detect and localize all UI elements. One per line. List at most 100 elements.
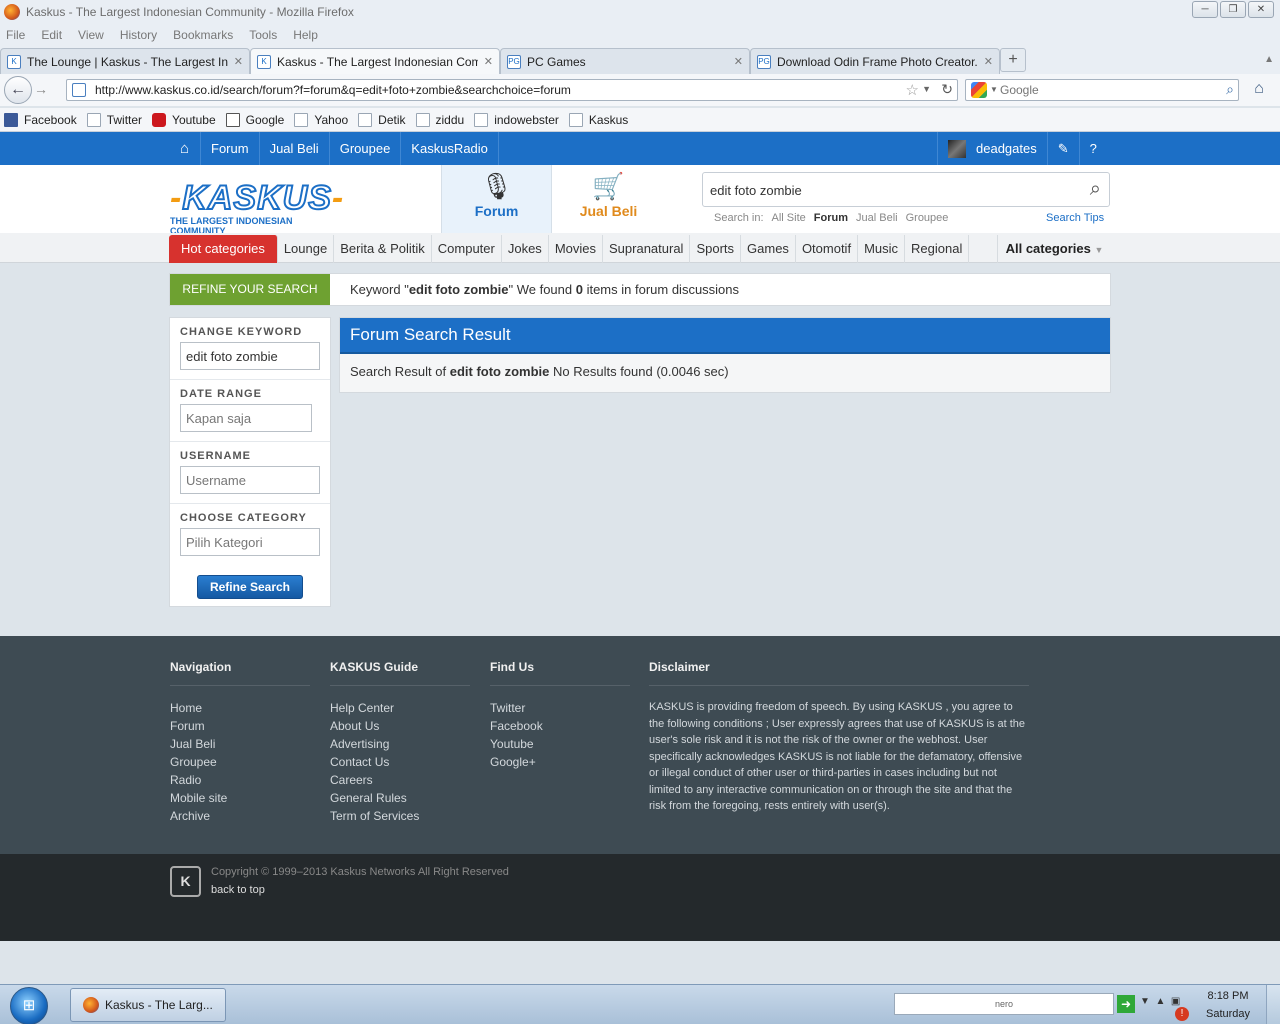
go-arrow-icon[interactable]: ➜ [1117,995,1135,1013]
close-tab-icon[interactable]: ✕ [984,55,993,68]
footer-link-forum[interactable]: Forum [170,717,310,735]
footer-link-groupee[interactable]: Groupee [170,753,310,771]
menu-tools[interactable]: Tools [249,28,277,42]
category-music[interactable]: Music [858,235,906,263]
site-identity-icon[interactable] [72,83,86,97]
refine-search-button[interactable]: Refine Search [197,575,303,599]
footer-link-twitter[interactable]: Twitter [490,699,630,717]
google-engine-icon[interactable] [971,82,987,98]
footer-link-terms[interactable]: Term of Services [330,807,470,825]
menu-bookmarks[interactable]: Bookmarks [173,28,233,42]
topnav-forum[interactable]: Forum [201,132,260,165]
category-otomotif[interactable]: Otomotif [796,235,859,263]
bookmark-youtube[interactable]: Youtube [152,112,216,127]
menu-view[interactable]: View [78,28,104,42]
browser-tab[interactable]: K The Lounge | Kaskus - The Largest In..… [0,48,250,74]
bookmark-twitter[interactable]: Twitter [86,112,142,127]
user-profile-link[interactable]: deadgates [937,132,1047,165]
bookmark-ziddu[interactable]: ziddu [415,112,464,127]
url-input[interactable] [95,82,875,98]
topnav-groupee[interactable]: Groupee [330,132,402,165]
footer-link-careers[interactable]: Careers [330,771,470,789]
taskbar-firefox-window[interactable]: Kaskus - The Larg... [70,988,226,1022]
menu-edit[interactable]: Edit [41,28,62,42]
nero-search-box[interactable]: nero [894,993,1114,1015]
tab-jual-beli[interactable]: 🛒 Jual Beli [553,165,664,233]
footer-link-radio[interactable]: Radio [170,771,310,789]
topnav-jual-beli[interactable]: Jual Beli [260,132,330,165]
browser-tab[interactable]: PG Download Odin Frame Photo Creator... … [750,48,1000,74]
category-sports[interactable]: Sports [690,235,742,263]
kaskus-logo[interactable]: -KASKUS- THE LARGEST INDONESIAN COMMUNIT… [170,180,350,236]
footer-link-about-us[interactable]: About Us [330,717,470,735]
menu-file[interactable]: File [6,28,25,42]
close-tab-icon[interactable]: ✕ [484,55,493,68]
browser-tab-active[interactable]: K Kaskus - The Largest Indonesian Comm..… [250,48,500,74]
search-icon[interactable]: ⌕ [1226,81,1234,98]
footer-link-jual-beli[interactable]: Jual Beli [170,735,310,753]
date-range-input[interactable] [180,404,312,432]
bookmark-facebook[interactable]: Facebook [4,112,77,127]
reload-icon[interactable]: ↻ [941,81,953,98]
tab-list-chevron-icon[interactable]: ▲ [1264,54,1274,65]
category-regional[interactable]: Regional [905,235,970,263]
footer-link-google-plus[interactable]: Google+ [490,753,630,771]
footer-link-mobile-site[interactable]: Mobile site [170,789,310,807]
tab-forum[interactable]: 🎙 Forum [441,165,552,233]
home-icon[interactable]: ⌂ [1246,80,1272,102]
menu-help[interactable]: Help [293,28,318,42]
minimize-button[interactable]: ─ [1192,1,1218,18]
footer-link-facebook[interactable]: Facebook [490,717,630,735]
bookmark-google[interactable]: Google [225,112,284,127]
username-input[interactable] [180,466,320,494]
category-computer[interactable]: Computer [432,235,502,263]
search-in-forum[interactable]: Forum [814,212,848,224]
search-tips-link[interactable]: Search Tips [1046,212,1104,224]
bookmark-indowebster[interactable]: indowebster [474,112,559,127]
system-clock[interactable]: 8:18 PM Saturday [1198,987,1258,1023]
bookmark-kaskus[interactable]: Kaskus [568,112,628,127]
browser-search-input[interactable] [1000,82,1200,98]
home-icon[interactable]: ⌂ [169,132,201,165]
category-berita-politik[interactable]: Berita & Politik [334,235,432,263]
hot-categories-button[interactable]: Hot categories [169,235,278,263]
site-search-input[interactable] [710,182,1050,198]
warning-icon[interactable]: ! [1175,1007,1189,1021]
keyword-input[interactable] [180,342,320,370]
category-supranatural[interactable]: Supranatural [603,235,691,263]
close-tab-icon[interactable]: ✕ [734,55,743,68]
topnav-kaskusradio[interactable]: KaskusRadio [401,132,499,165]
back-button[interactable]: ← [4,76,32,104]
tray-expand-icon[interactable]: ▼ ▲ ▣ [1140,996,1180,1007]
all-categories-dropdown[interactable]: All categories ▼ [997,235,1111,263]
category-games[interactable]: Games [741,235,796,263]
footer-link-home[interactable]: Home [170,699,310,717]
bookmark-star-icon[interactable]: ☆ [906,81,919,99]
new-tab-button[interactable]: + [1000,48,1026,72]
close-window-button[interactable]: ✕ [1248,1,1274,18]
footer-link-general-rules[interactable]: General Rules [330,789,470,807]
windows-start-icon[interactable]: ⊞ [10,987,48,1024]
footer-link-youtube[interactable]: Youtube [490,735,630,753]
url-history-dropdown-icon[interactable]: ▼ [922,84,931,94]
category-input[interactable] [180,528,320,556]
engine-dropdown-icon[interactable]: ▼ [990,85,998,94]
search-in-groupee[interactable]: Groupee [906,212,949,224]
footer-link-archive[interactable]: Archive [170,807,310,825]
maximize-button[interactable]: ❐ [1220,1,1246,18]
search-icon[interactable]: ⌕ [1090,178,1101,201]
show-desktop-button[interactable] [1266,985,1280,1024]
search-in-jual-beli[interactable]: Jual Beli [856,212,898,224]
forward-button[interactable]: → [34,81,48,97]
browser-tab[interactable]: PG PC Games ✕ [500,48,750,74]
category-lounge[interactable]: Lounge [278,235,335,263]
category-jokes[interactable]: Jokes [502,235,549,263]
category-movies[interactable]: Movies [549,235,603,263]
pencil-icon[interactable]: ✎ [1046,132,1079,165]
bookmark-yahoo[interactable]: Yahoo [294,112,348,127]
close-tab-icon[interactable]: ✕ [234,55,243,68]
footer-link-advertising[interactable]: Advertising [330,735,470,753]
bookmark-detik[interactable]: Detik [358,112,406,127]
help-icon[interactable]: ? [1078,132,1107,165]
footer-link-help-center[interactable]: Help Center [330,699,470,717]
